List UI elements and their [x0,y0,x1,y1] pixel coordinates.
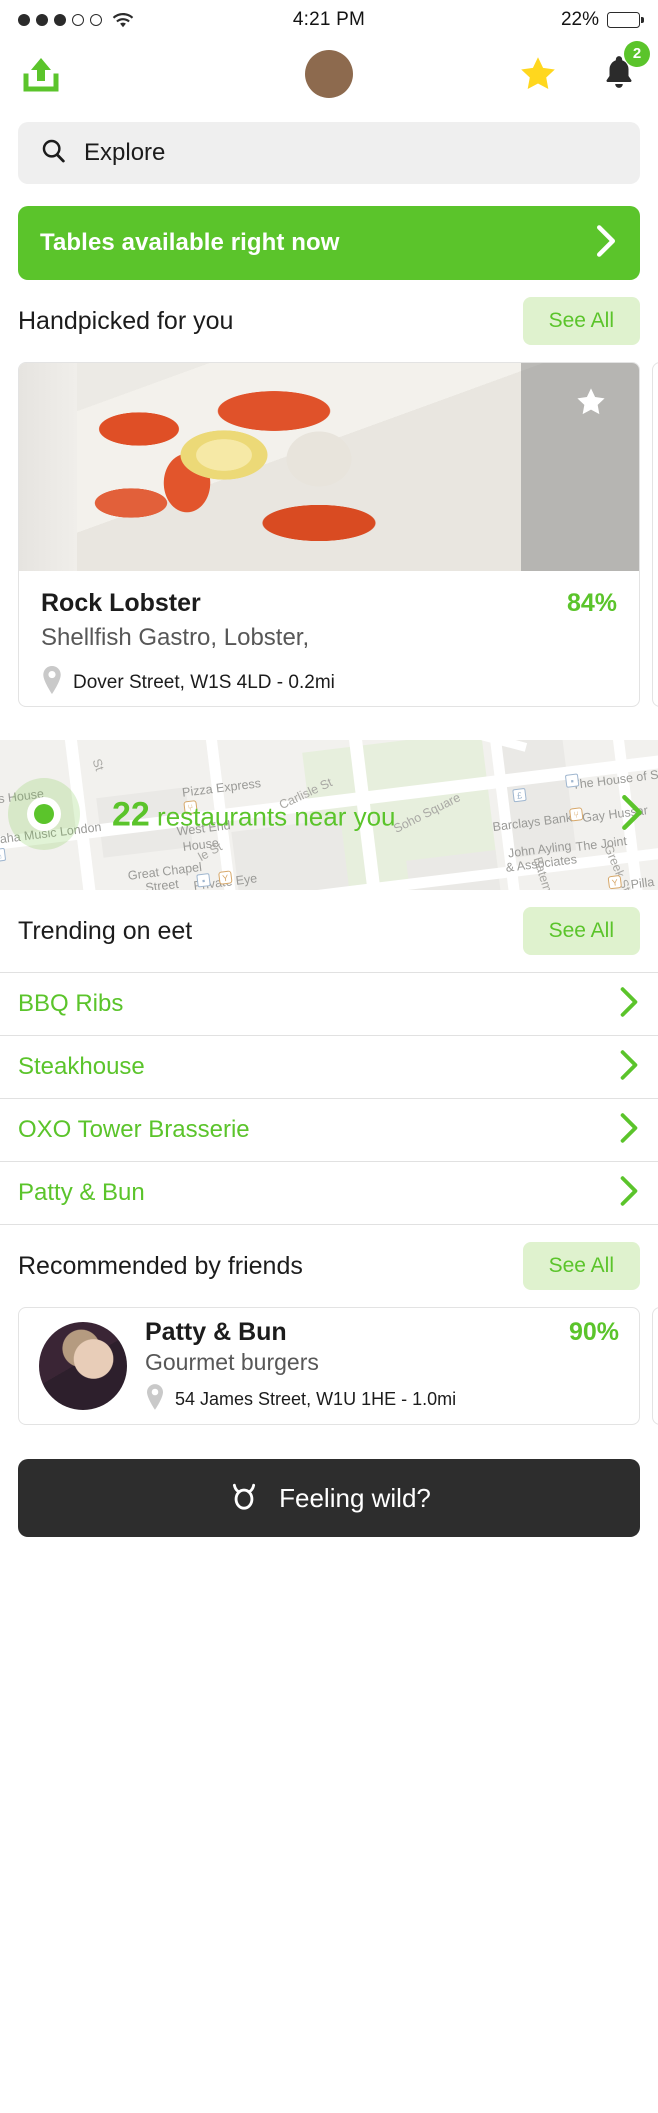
list-item-label: BBQ Ribs [18,990,124,1017]
restaurant-address: 54 James Street, W1U 1HE - 1.0mi [175,1388,457,1409]
chevron-right-icon [620,794,644,837]
restaurant-address: Dover Street, W1S 4LD - 0.2mi [73,671,335,693]
section-title: Trending on eet [18,916,193,945]
favorite-star-icon[interactable] [573,385,609,424]
list-item[interactable]: Steakhouse [0,1036,658,1099]
chevron-right-icon [594,224,618,263]
friends-carousel[interactable]: Patty & Bun 90% Gourmet burgers 54 James… [0,1307,658,1429]
map-label: Film House [44,888,108,890]
tables-available-label: Tables available right now [40,229,340,256]
restaurant-score: 84% [566,589,617,617]
nearby-map-banner[interactable]: dius House amaha Music London Pizza Expr… [0,740,658,890]
see-all-handpicked-button[interactable]: See All [522,297,640,345]
search-placeholder: Explore [84,139,166,166]
nearby-count: 22 [112,795,150,834]
handpicked-section-header: Handpicked for you See All [0,280,658,362]
search-input[interactable]: Explore [18,122,640,184]
list-item[interactable]: OXO Tower Brasserie [0,1099,658,1162]
trending-list: BBQ Ribs Steakhouse OXO Tower Brasserie … [0,972,658,1225]
see-all-friends-button[interactable]: See All [522,1242,640,1290]
status-bar: 4:21 PM 22% [0,0,658,40]
map-pin-icon [145,1383,165,1415]
trending-section-header: Trending on eet See All [0,890,658,972]
upload-icon[interactable] [20,54,62,94]
handpicked-carousel[interactable]: Rock Lobster 84% Shellfish Gastro, Lobst… [0,362,658,712]
friend-avatar [39,1322,127,1410]
status-bar-time: 4:21 PM [292,9,366,30]
star-icon[interactable] [516,53,560,95]
map-pin-icon [41,666,63,699]
devil-horns-icon [227,1479,261,1518]
restaurant-card[interactable] [652,362,658,707]
notification-badge: 2 [624,40,650,67]
bell-icon[interactable]: 2 [600,40,650,98]
see-all-trending-button[interactable]: See All [522,907,640,955]
restaurant-card[interactable]: Rock Lobster 84% Shellfish Gastro, Lobst… [18,362,640,707]
list-item-label: OXO Tower Brasserie [18,1116,250,1143]
map-label: The Joint [574,833,628,855]
list-item[interactable]: Patty & Bun [0,1162,658,1225]
restaurant-name: Patty & Bun [145,1317,287,1346]
section-title: Recommended by friends [18,1251,303,1280]
battery-icon [607,12,640,28]
chevron-right-icon [618,986,640,1023]
restaurant-cuisine: Shellfish Gastro, Lobster, [41,624,310,651]
nearby-count-suffix: restaurants near you [149,801,396,832]
location-dot-icon [8,778,80,850]
restaurant-cuisine: Gourmet burgers [145,1348,319,1375]
friend-recommendation-card[interactable]: Patty & Bun 90% Gourmet burgers 54 James… [18,1307,640,1425]
list-item-label: Steakhouse [18,1053,145,1080]
friend-recommendation-card[interactable] [652,1307,658,1425]
tables-available-button[interactable]: Tables available right now [18,206,640,280]
map-label: St [89,756,107,773]
avatar[interactable] [305,50,353,98]
restaurant-score: 90% [568,1317,619,1346]
list-item[interactable]: BBQ Ribs [0,973,658,1036]
list-item-label: Patty & Bun [18,1179,145,1206]
friends-section-header: Recommended by friends See All [0,1225,658,1307]
app-header: 2 [0,40,658,108]
search-icon [40,137,68,170]
nearby-count-label: 22 restaurants near you [112,796,396,835]
chevron-right-icon [618,1175,640,1212]
app-screen: 4:21 PM 22% 2 Explore Tables available r… [0,0,658,2113]
page-title: Handpicked for you [18,306,234,335]
feeling-wild-button[interactable]: Feeling wild? [18,1459,640,1537]
chevron-right-icon [618,1112,640,1149]
chevron-right-icon [618,1049,640,1086]
restaurant-name: Rock Lobster [41,589,201,617]
feeling-wild-label: Feeling wild? [279,1482,431,1513]
map-label: Pilla [629,874,656,890]
restaurant-image [19,363,639,571]
